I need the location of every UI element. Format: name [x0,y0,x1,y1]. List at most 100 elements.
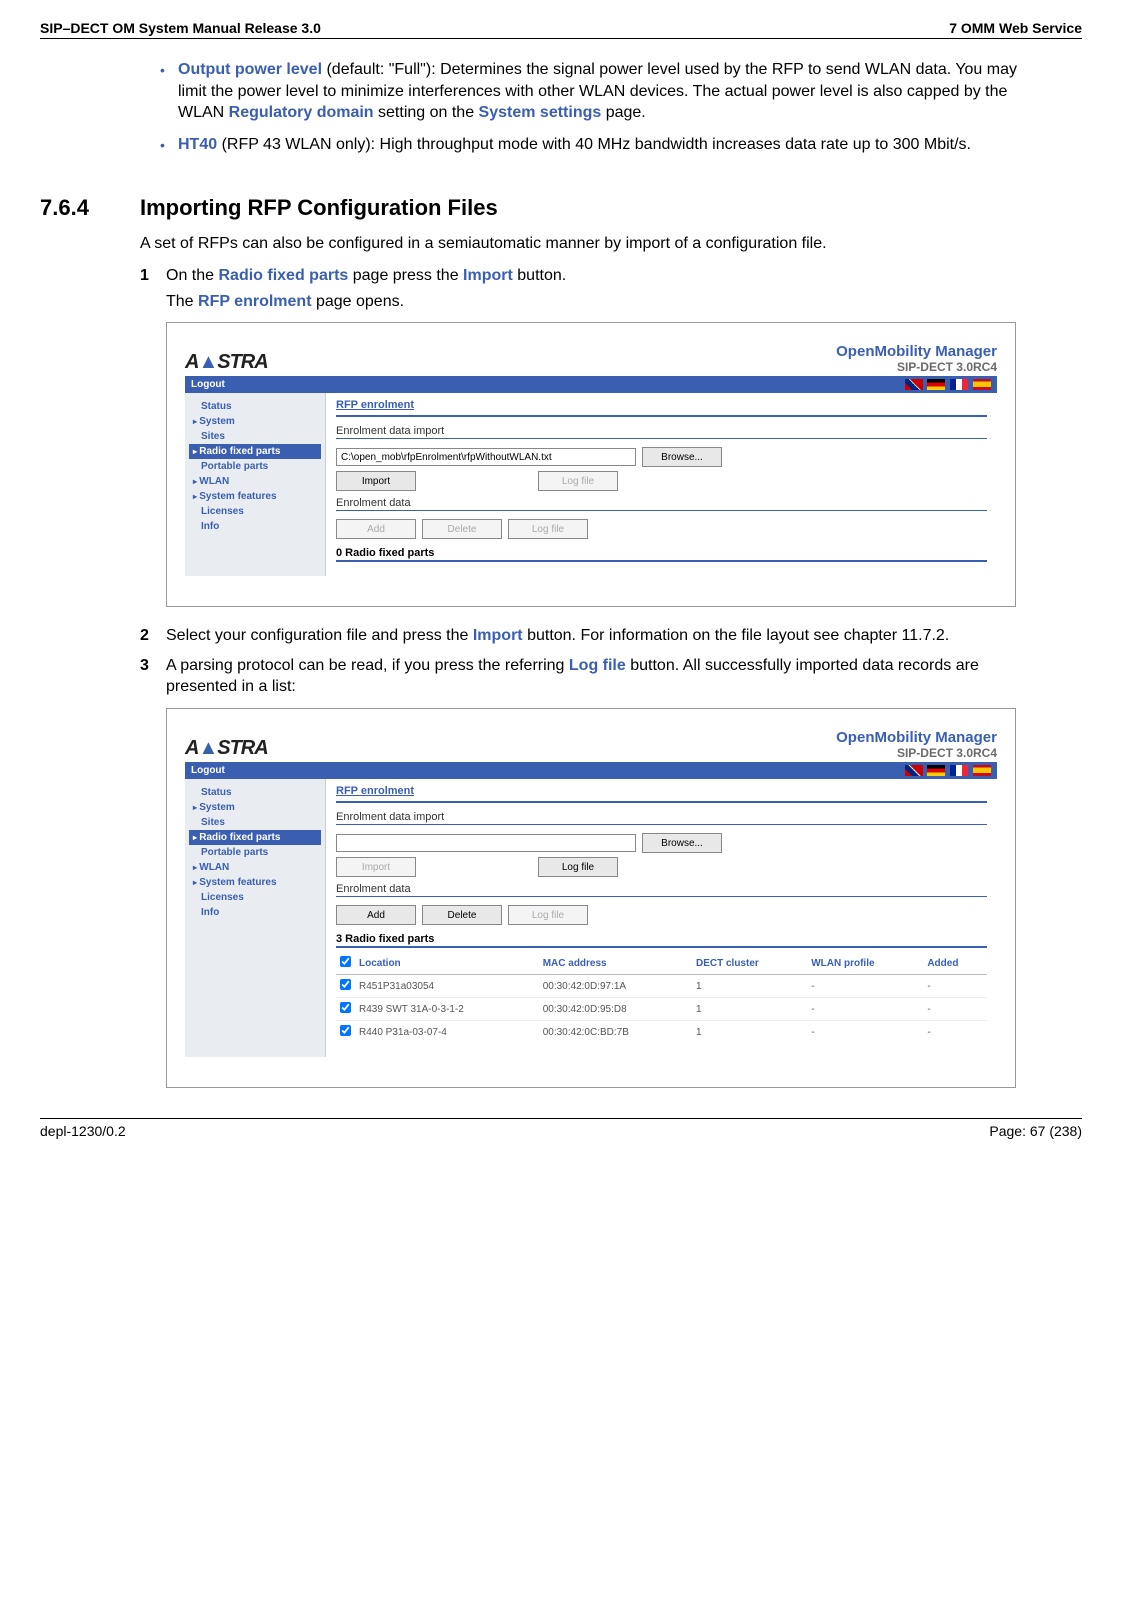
file-path-input[interactable] [336,834,636,852]
logout-link[interactable]: Logout [191,379,225,390]
step-number: 1 [140,265,149,287]
step-1: 1 On the Radio fixed parts page press th… [140,265,1022,312]
nav-sites[interactable]: Sites [189,815,321,830]
nav-system-features[interactable]: System features [189,489,321,504]
logfile-button[interactable]: Log file [538,471,618,491]
nav-portable-parts[interactable]: Portable parts [189,845,321,860]
logfile-button[interactable]: Log file [538,857,618,877]
th-location[interactable]: Location [355,952,539,975]
logo-triangle-icon: ▲ [198,351,217,373]
row-checkbox[interactable] [340,1002,351,1013]
sidebar-nav: Status System Sites Radio fixed parts Po… [185,779,325,1057]
delete-button[interactable]: Delete [422,519,502,539]
subsection-data: Enrolment data [336,497,987,511]
language-flags [903,379,991,390]
rfp-count: 3 Radio fixed parts [336,933,987,948]
row-checkbox[interactable] [340,1025,351,1036]
add-button[interactable]: Add [336,905,416,925]
logo: A▲STRA [185,737,268,760]
flag-de-icon[interactable] [927,765,945,776]
flag-fr-icon[interactable] [950,379,968,390]
screenshot-2: A▲STRA OpenMobility Manager SIP-DECT 3.0… [166,708,1016,1088]
flag-es-icon[interactable] [973,765,991,776]
th-dect[interactable]: DECT cluster [692,952,807,975]
logfile2-button[interactable]: Log file [508,905,588,925]
logo-triangle-icon: ▲ [198,737,217,759]
step-3: 3 A parsing protocol can be read, if you… [140,655,1022,698]
flag-uk-icon[interactable] [905,765,923,776]
nav-wlan[interactable]: WLAN [189,474,321,489]
nav-info[interactable]: Info [189,905,321,920]
logout-link[interactable]: Logout [191,765,225,776]
section-heading: 7.6.4 Importing RFP Configuration Files [40,195,1022,221]
nav-system[interactable]: System [189,800,321,815]
th-wlan[interactable]: WLAN profile [807,952,923,975]
app-subtitle: SIP-DECT 3.0RC4 [836,746,997,760]
logo: A▲STRA [185,351,268,374]
nav-status[interactable]: Status [189,399,321,414]
flag-de-icon[interactable] [927,379,945,390]
language-flags [903,765,991,776]
app-title: OpenMobility Manager [836,729,997,746]
delete-button[interactable]: Delete [422,905,502,925]
browse-button[interactable]: Browse... [642,447,722,467]
nav-sites[interactable]: Sites [189,429,321,444]
header-right: 7 OMM Web Service [949,20,1082,36]
nav-portable-parts[interactable]: Portable parts [189,459,321,474]
table-row: R451P31a03054 00:30:42:0D:97:1A 1 - - [336,975,987,998]
bullet-output-power: Output power level (default: "Full"): De… [160,59,1022,124]
steps-list-2: 2 Select your configuration file and pre… [140,625,1022,698]
bullet-ht40: HT40 (RFP 43 WLAN only): High throughput… [160,134,1022,156]
rfp-table: Location MAC address DECT cluster WLAN p… [336,952,987,1043]
footer-right: Page: 67 (238) [989,1123,1082,1139]
section-number: 7.6.4 [40,195,140,221]
nav-system-features[interactable]: System features [189,875,321,890]
th-mac[interactable]: MAC address [539,952,692,975]
top-bar: Logout [185,762,997,779]
bullet-list: Output power level (default: "Full"): De… [160,59,1022,155]
step-number: 3 [140,655,149,677]
row-checkbox[interactable] [340,979,351,990]
nav-radio-fixed-parts[interactable]: Radio fixed parts [189,830,321,845]
subsection-data: Enrolment data [336,883,987,897]
app-subtitle: SIP-DECT 3.0RC4 [836,360,997,374]
page-title: RFP enrolment [336,399,987,411]
nav-info[interactable]: Info [189,519,321,534]
step-number: 2 [140,625,149,647]
screenshot-1: A▲STRA OpenMobility Manager SIP-DECT 3.0… [166,322,1016,607]
flag-es-icon[interactable] [973,379,991,390]
nav-licenses[interactable]: Licenses [189,890,321,905]
select-all-checkbox[interactable] [340,956,351,967]
nav-radio-fixed-parts[interactable]: Radio fixed parts [189,444,321,459]
flag-uk-icon[interactable] [905,379,923,390]
sidebar-nav: Status System Sites Radio fixed parts Po… [185,393,325,576]
term: Output power level [178,61,322,78]
nav-system[interactable]: System [189,414,321,429]
app-title: OpenMobility Manager [836,343,997,360]
table-row: R440 P31a-03-07-4 00:30:42:0C:BD:7B 1 - … [336,1021,987,1044]
import-button[interactable]: Import [336,471,416,491]
th-added[interactable]: Added [923,952,987,975]
logfile2-button[interactable]: Log file [508,519,588,539]
nav-status[interactable]: Status [189,785,321,800]
step-2: 2 Select your configuration file and pre… [140,625,1022,647]
import-button[interactable]: Import [336,857,416,877]
rfp-count: 0 Radio fixed parts [336,547,987,562]
subsection-import: Enrolment data import [336,811,987,825]
table-row: R439 SWT 31A-0-3-1-2 00:30:42:0D:95:D8 1… [336,998,987,1021]
top-bar: Logout [185,376,997,393]
flag-fr-icon[interactable] [950,765,968,776]
add-button[interactable]: Add [336,519,416,539]
nav-wlan[interactable]: WLAN [189,860,321,875]
section-title: Importing RFP Configuration Files [140,195,498,221]
subsection-import: Enrolment data import [336,425,987,439]
term: HT40 [178,136,217,153]
nav-licenses[interactable]: Licenses [189,504,321,519]
page-footer: depl-1230/0.2 Page: 67 (238) [40,1123,1082,1139]
browse-button[interactable]: Browse... [642,833,722,853]
header-left: SIP–DECT OM System Manual Release 3.0 [40,20,321,36]
footer-rule [40,1118,1082,1119]
file-path-input[interactable] [336,448,636,466]
footer-left: depl-1230/0.2 [40,1123,126,1139]
steps-list: 1 On the Radio fixed parts page press th… [140,265,1022,312]
